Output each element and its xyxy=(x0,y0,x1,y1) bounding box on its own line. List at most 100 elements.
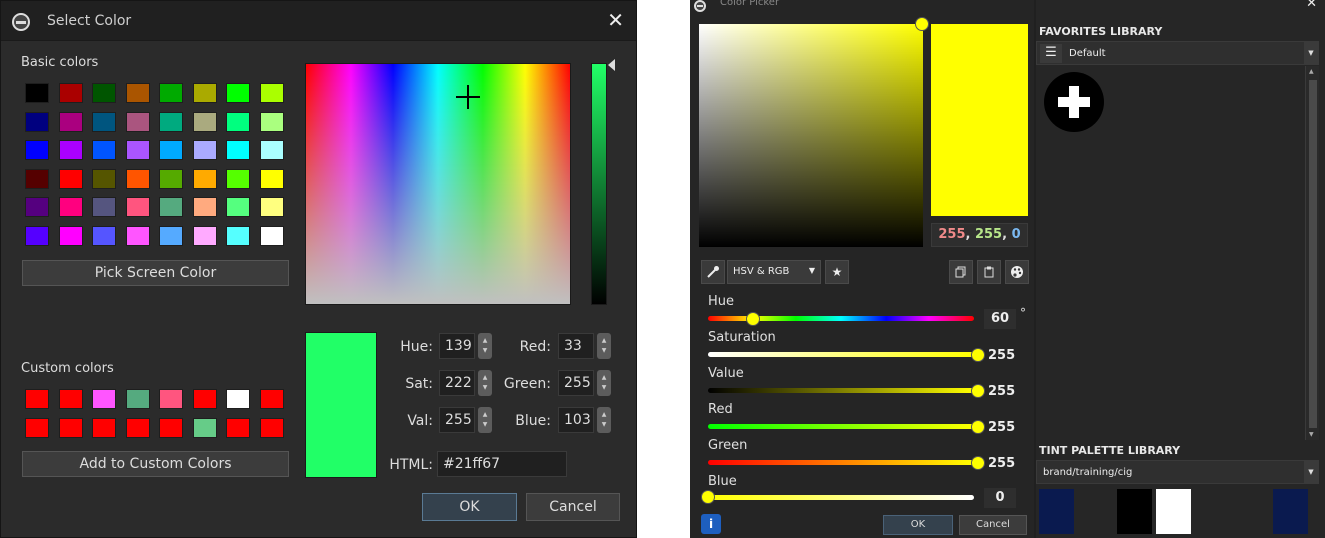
basic-color-swatch[interactable] xyxy=(226,140,250,161)
basic-color-swatch[interactable] xyxy=(259,140,284,161)
tint-swatch[interactable] xyxy=(1039,489,1074,534)
basic-color-swatch[interactable] xyxy=(92,111,116,132)
blue-slider-track[interactable] xyxy=(708,495,974,500)
blue-slider-handle[interactable] xyxy=(701,490,715,504)
basic-color-swatch[interactable] xyxy=(92,168,116,189)
favorites-scrollbar[interactable]: ▲ ▼ xyxy=(1305,66,1319,440)
custom-color-swatch[interactable] xyxy=(92,389,116,409)
sv-handle[interactable] xyxy=(915,17,929,31)
basic-color-swatch[interactable] xyxy=(92,83,116,103)
basic-color-swatch[interactable] xyxy=(58,140,83,161)
basic-color-swatch[interactable] xyxy=(226,226,250,246)
basic-color-swatch[interactable] xyxy=(125,111,150,132)
menu-icon[interactable]: ☰ xyxy=(1040,44,1062,63)
red-slider-track[interactable] xyxy=(708,424,974,429)
custom-color-swatch[interactable] xyxy=(58,417,83,438)
close-icon[interactable]: ✕ xyxy=(1306,0,1317,11)
hue-input[interactable]: 139 xyxy=(439,333,475,359)
tint-swatch[interactable] xyxy=(1078,489,1113,534)
basic-color-swatch[interactable] xyxy=(259,197,284,218)
add-to-custom-colors-button[interactable]: Add to Custom Colors xyxy=(22,451,289,477)
basic-color-swatch[interactable] xyxy=(58,168,83,189)
basic-color-swatch[interactable] xyxy=(25,197,49,218)
hue-value-box[interactable]: 60 xyxy=(984,309,1016,329)
tint-dropdown[interactable]: brand/training/cig ▼ xyxy=(1036,460,1319,484)
basic-color-swatch[interactable] xyxy=(25,140,49,161)
tint-swatch[interactable] xyxy=(1273,489,1308,534)
custom-color-swatch[interactable] xyxy=(159,417,183,438)
ok-button[interactable]: OK xyxy=(883,515,953,535)
basic-color-swatch[interactable] xyxy=(192,111,217,132)
basic-color-swatch[interactable] xyxy=(25,168,49,189)
crosshair-icon[interactable] xyxy=(456,85,480,109)
red-input[interactable]: 33 xyxy=(558,333,594,359)
basic-color-swatch[interactable] xyxy=(259,226,284,246)
copy-icon[interactable] xyxy=(949,260,973,284)
star-icon[interactable]: ★ xyxy=(825,260,849,284)
basic-color-swatch[interactable] xyxy=(125,226,150,246)
basic-color-swatch[interactable] xyxy=(92,197,116,218)
custom-color-swatch[interactable] xyxy=(92,417,116,438)
custom-color-swatch[interactable] xyxy=(226,417,250,438)
basic-color-swatch[interactable] xyxy=(159,226,183,246)
tint-swatch[interactable] xyxy=(1156,489,1191,534)
tint-swatch[interactable] xyxy=(1234,489,1269,534)
html-input[interactable]: #21ff67 xyxy=(437,451,567,477)
basic-color-swatch[interactable] xyxy=(25,226,49,246)
palette-icon[interactable] xyxy=(1005,260,1029,284)
basic-color-swatch[interactable] xyxy=(25,111,49,132)
info-icon[interactable]: i xyxy=(701,514,721,534)
basic-color-swatch[interactable] xyxy=(58,83,83,103)
value-slider-handle[interactable] xyxy=(971,384,985,398)
basic-color-swatch[interactable] xyxy=(259,168,284,189)
basic-color-swatch[interactable] xyxy=(159,197,183,218)
saturation-slider-handle[interactable] xyxy=(971,348,985,362)
val-spinner[interactable]: ▲ ▼ xyxy=(478,407,492,433)
basic-color-swatch[interactable] xyxy=(192,226,217,246)
custom-color-swatch[interactable] xyxy=(125,389,150,409)
basic-color-swatch[interactable] xyxy=(92,140,116,161)
paste-icon[interactable] xyxy=(977,260,1001,284)
basic-color-swatch[interactable] xyxy=(92,226,116,246)
basic-color-swatch[interactable] xyxy=(125,168,150,189)
custom-color-swatch[interactable] xyxy=(226,389,250,409)
value-slider-track[interactable] xyxy=(708,388,974,393)
green-spinner[interactable]: ▲ ▼ xyxy=(597,370,611,396)
cancel-button[interactable]: Cancel xyxy=(959,515,1027,535)
saturation-value-area[interactable] xyxy=(699,24,923,247)
saturation-slider-track[interactable] xyxy=(708,352,974,357)
custom-color-swatch[interactable] xyxy=(159,389,183,409)
ok-button[interactable]: OK xyxy=(422,493,517,521)
green-slider-handle[interactable] xyxy=(971,456,985,470)
basic-color-swatch[interactable] xyxy=(58,111,83,132)
value-value[interactable]: 255 xyxy=(988,384,1015,399)
basic-color-swatch[interactable] xyxy=(159,111,183,132)
hue-saturation-spectrum[interactable] xyxy=(305,63,571,305)
custom-color-swatch[interactable] xyxy=(192,389,217,409)
blue-spinner[interactable]: ▲ ▼ xyxy=(597,407,611,433)
blue-value-box[interactable]: 0 xyxy=(984,488,1016,508)
basic-color-swatch[interactable] xyxy=(159,83,183,103)
value-strip-arrow-icon[interactable] xyxy=(608,59,615,71)
basic-color-swatch[interactable] xyxy=(125,83,150,103)
basic-color-swatch[interactable] xyxy=(192,83,217,103)
basic-color-swatch[interactable] xyxy=(25,83,49,103)
eyedropper-icon[interactable] xyxy=(701,260,725,284)
basic-color-swatch[interactable] xyxy=(125,140,150,161)
basic-color-swatch[interactable] xyxy=(226,197,250,218)
hue-slider-handle[interactable] xyxy=(746,312,761,326)
basic-color-swatch[interactable] xyxy=(192,168,217,189)
green-slider-track[interactable] xyxy=(708,460,974,465)
basic-color-swatch[interactable] xyxy=(192,197,217,218)
cancel-button[interactable]: Cancel xyxy=(526,493,620,521)
custom-color-swatch[interactable] xyxy=(125,417,150,438)
basic-color-swatch[interactable] xyxy=(226,83,250,103)
mode-dropdown[interactable]: HSV & RGB ▼ xyxy=(727,260,821,284)
custom-color-swatch[interactable] xyxy=(58,389,83,409)
custom-color-swatch[interactable] xyxy=(25,417,49,438)
basic-color-swatch[interactable] xyxy=(159,140,183,161)
pick-screen-color-button[interactable]: Pick Screen Color xyxy=(22,260,289,286)
basic-color-swatch[interactable] xyxy=(226,111,250,132)
basic-color-swatch[interactable] xyxy=(259,111,284,132)
tint-swatch[interactable] xyxy=(1195,489,1230,534)
